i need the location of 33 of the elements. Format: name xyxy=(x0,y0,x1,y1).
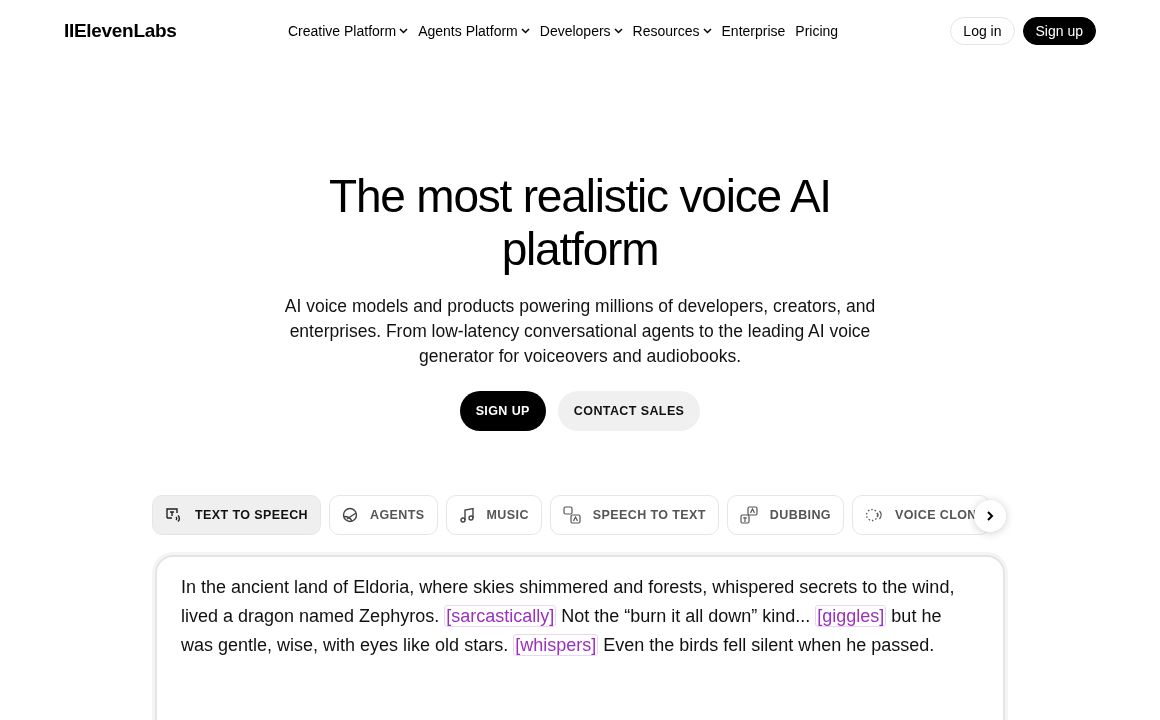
chevron-down-icon xyxy=(613,28,623,34)
agent-icon xyxy=(342,507,359,523)
logo[interactable]: IIElevenLabs xyxy=(64,20,264,42)
chevron-down-icon xyxy=(702,28,712,34)
nav-link[interactable]: Creative Platform xyxy=(288,23,409,39)
voice-clone-icon xyxy=(865,506,883,524)
hero-subtitle: AI voice models and products powering millions of developers, creators, and enterprises. From low-latency conversational agents to the leading AI voice generator for voiceovers and audiobooks. xyxy=(283,295,877,368)
text-speaker-icon xyxy=(165,506,183,524)
contact-sales-button[interactable]: CONTACT SALES xyxy=(557,391,701,431)
speech-text-icon xyxy=(562,506,581,524)
nav-link[interactable]: Developers xyxy=(539,23,623,39)
translate-icon xyxy=(739,506,758,524)
nav-link[interactable]: Pricing xyxy=(795,23,839,39)
signup-button[interactable]: Sign up xyxy=(1022,17,1096,45)
chevron-right-icon xyxy=(986,510,994,522)
feature-tab[interactable]: DUBBING xyxy=(726,495,844,535)
chevron-down-icon xyxy=(520,28,530,34)
feature-tab[interactable]: VOICE CLON xyxy=(852,495,990,535)
feature-tab[interactable]: SPEECH TO TEXT xyxy=(549,495,719,535)
hero-title: The most realistic voice AI platform xyxy=(328,170,832,276)
feature-tab[interactable]: AGENTS xyxy=(329,495,438,535)
feature-tab[interactable]: MUSIC xyxy=(445,495,542,535)
nav-link[interactable]: Resources xyxy=(632,23,712,39)
nav-link[interactable]: Agents Platform xyxy=(418,23,530,39)
chevron-down-icon xyxy=(399,28,409,34)
text-editor[interactable] xyxy=(155,555,1005,720)
music-note-icon xyxy=(458,507,475,523)
story-text: In the ancient land of Eldoria, where skies shimmered and forests, whispered secrets to the wind, lived a dragon named Zephyros. [sarcastically] Not the “burn it all down” kind... [giggles] but he was gentle, wise, with eyes like old stars. [whispers] Even the birds fell silent when he passed. xyxy=(181,576,956,658)
nav-link[interactable]: Enterprise xyxy=(721,23,786,39)
signup-button[interactable]: SIGN UP xyxy=(459,391,546,431)
login-button[interactable]: Log in xyxy=(950,17,1015,45)
feature-tab[interactable]: TEXT TO SPEECH xyxy=(152,495,322,535)
next-arrow-button[interactable] xyxy=(974,500,1006,532)
